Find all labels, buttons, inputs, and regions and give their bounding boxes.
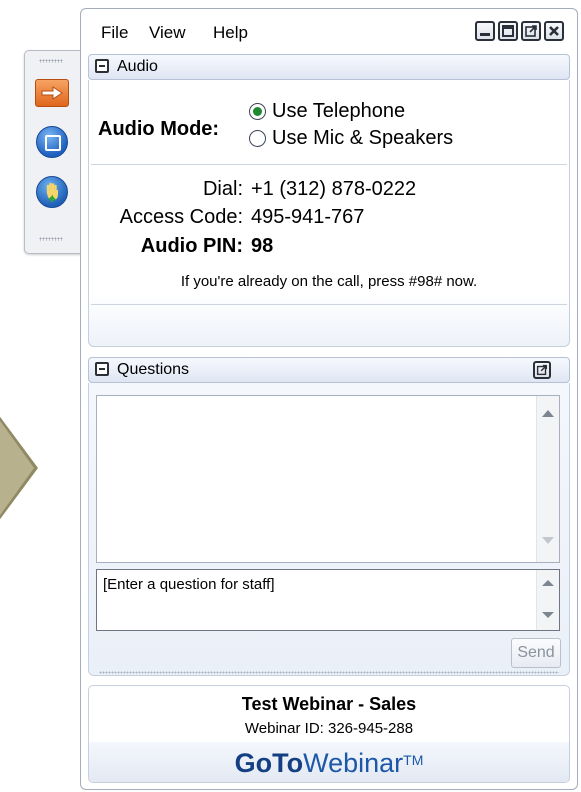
access-code-value: 495-941-767: [251, 206, 365, 228]
menu-help[interactable]: Help: [213, 23, 248, 43]
resize-grip[interactable]: [99, 671, 559, 674]
collapse-icon[interactable]: [95, 59, 109, 73]
webinar-id: Webinar ID: 326-945-288: [244, 720, 414, 737]
screen-sharing-button[interactable]: [35, 125, 69, 159]
dial-number: +1 (312) 878-0222: [251, 178, 417, 200]
questions-popout-button[interactable]: [533, 361, 551, 379]
scroll-down-icon[interactable]: [542, 612, 554, 618]
radio-label: Use Mic & Speakers: [272, 127, 454, 149]
question-input-scrollbar[interactable]: [536, 570, 559, 630]
menu-view[interactable]: View: [149, 23, 186, 43]
webinar-title: Test Webinar - Sales: [241, 694, 417, 714]
questions-log-scrollbar[interactable]: [536, 396, 559, 562]
arrow-right-icon: [41, 86, 63, 100]
divider: [91, 304, 567, 305]
brand-goto: GoTo: [234, 748, 304, 778]
dock-grip-bottom[interactable]: [39, 237, 63, 241]
minimize-icon: [480, 33, 490, 36]
audio-pin-note: If you're already on the call, press #98…: [180, 273, 478, 290]
popout-button[interactable]: [521, 21, 541, 41]
popout-icon: [536, 364, 548, 376]
raise-hand-button[interactable]: [35, 175, 69, 209]
audio-section: Audio Mode: Use Telephone Use Mic & Spea…: [88, 80, 570, 347]
audio-pin-value: 98: [251, 235, 274, 257]
brand-tm: TM: [403, 752, 424, 768]
stop-screen-icon: [36, 126, 68, 158]
scroll-up-icon[interactable]: [542, 580, 554, 586]
question-input[interactable]: [Enter a question for staff]: [96, 569, 560, 631]
close-button[interactable]: [544, 21, 564, 41]
scroll-up-icon[interactable]: [542, 410, 554, 417]
minimize-button[interactable]: [475, 21, 495, 41]
radio-use-telephone[interactable]: Use Telephone: [249, 100, 405, 123]
restore-icon: [502, 25, 514, 37]
audio-pin-label: Audio PIN:: [140, 235, 243, 257]
questions-log[interactable]: [96, 395, 560, 563]
send-button[interactable]: Send: [511, 638, 561, 668]
divider: [91, 164, 567, 165]
questions-section: [Enter a question for staff] Send: [88, 383, 570, 676]
audio-section-header[interactable]: Audio: [88, 54, 570, 80]
questions-header-label: Questions: [117, 361, 190, 378]
menu-bar: File View Help: [81, 9, 577, 53]
question-input-placeholder: [Enter a question for staff]: [103, 576, 275, 593]
brand-band: GoToWebinarTM: [89, 742, 569, 782]
radio-unselected-icon[interactable]: [249, 130, 266, 147]
dock-grip-top[interactable]: [39, 59, 63, 63]
questions-section-header[interactable]: Questions: [88, 357, 570, 383]
menu-file[interactable]: File: [101, 23, 128, 43]
collapse-icon[interactable]: [95, 362, 109, 376]
audio-header-label: Audio: [117, 58, 158, 75]
control-dock: [24, 50, 81, 254]
brand-webinar: Webinar: [303, 748, 404, 778]
show-hide-panel-button[interactable]: [35, 79, 69, 107]
gotowebinar-logo: GoToWebinarTM: [89, 748, 569, 779]
audio-mode-label: Audio Mode:: [98, 118, 220, 140]
radio-label: Use Telephone: [272, 100, 406, 122]
pointer-arrow-fill: [0, 418, 34, 518]
scroll-down-icon[interactable]: [542, 537, 554, 544]
gotowebinar-panel: File View Help Audio Audio Mode: Use Tel…: [80, 8, 578, 790]
webinar-info: Test Webinar - Sales Webinar ID: 326-945…: [88, 685, 570, 783]
radio-use-mic-speakers[interactable]: Use Mic & Speakers: [249, 127, 453, 150]
raise-hand-icon: [36, 176, 68, 208]
access-code-label: Access Code:: [119, 206, 243, 228]
dial-label: Dial:: [202, 178, 243, 200]
popout-icon: [525, 25, 537, 37]
close-icon: [549, 26, 559, 36]
radio-selected-icon[interactable]: [249, 103, 266, 120]
restore-button[interactable]: [498, 21, 518, 41]
